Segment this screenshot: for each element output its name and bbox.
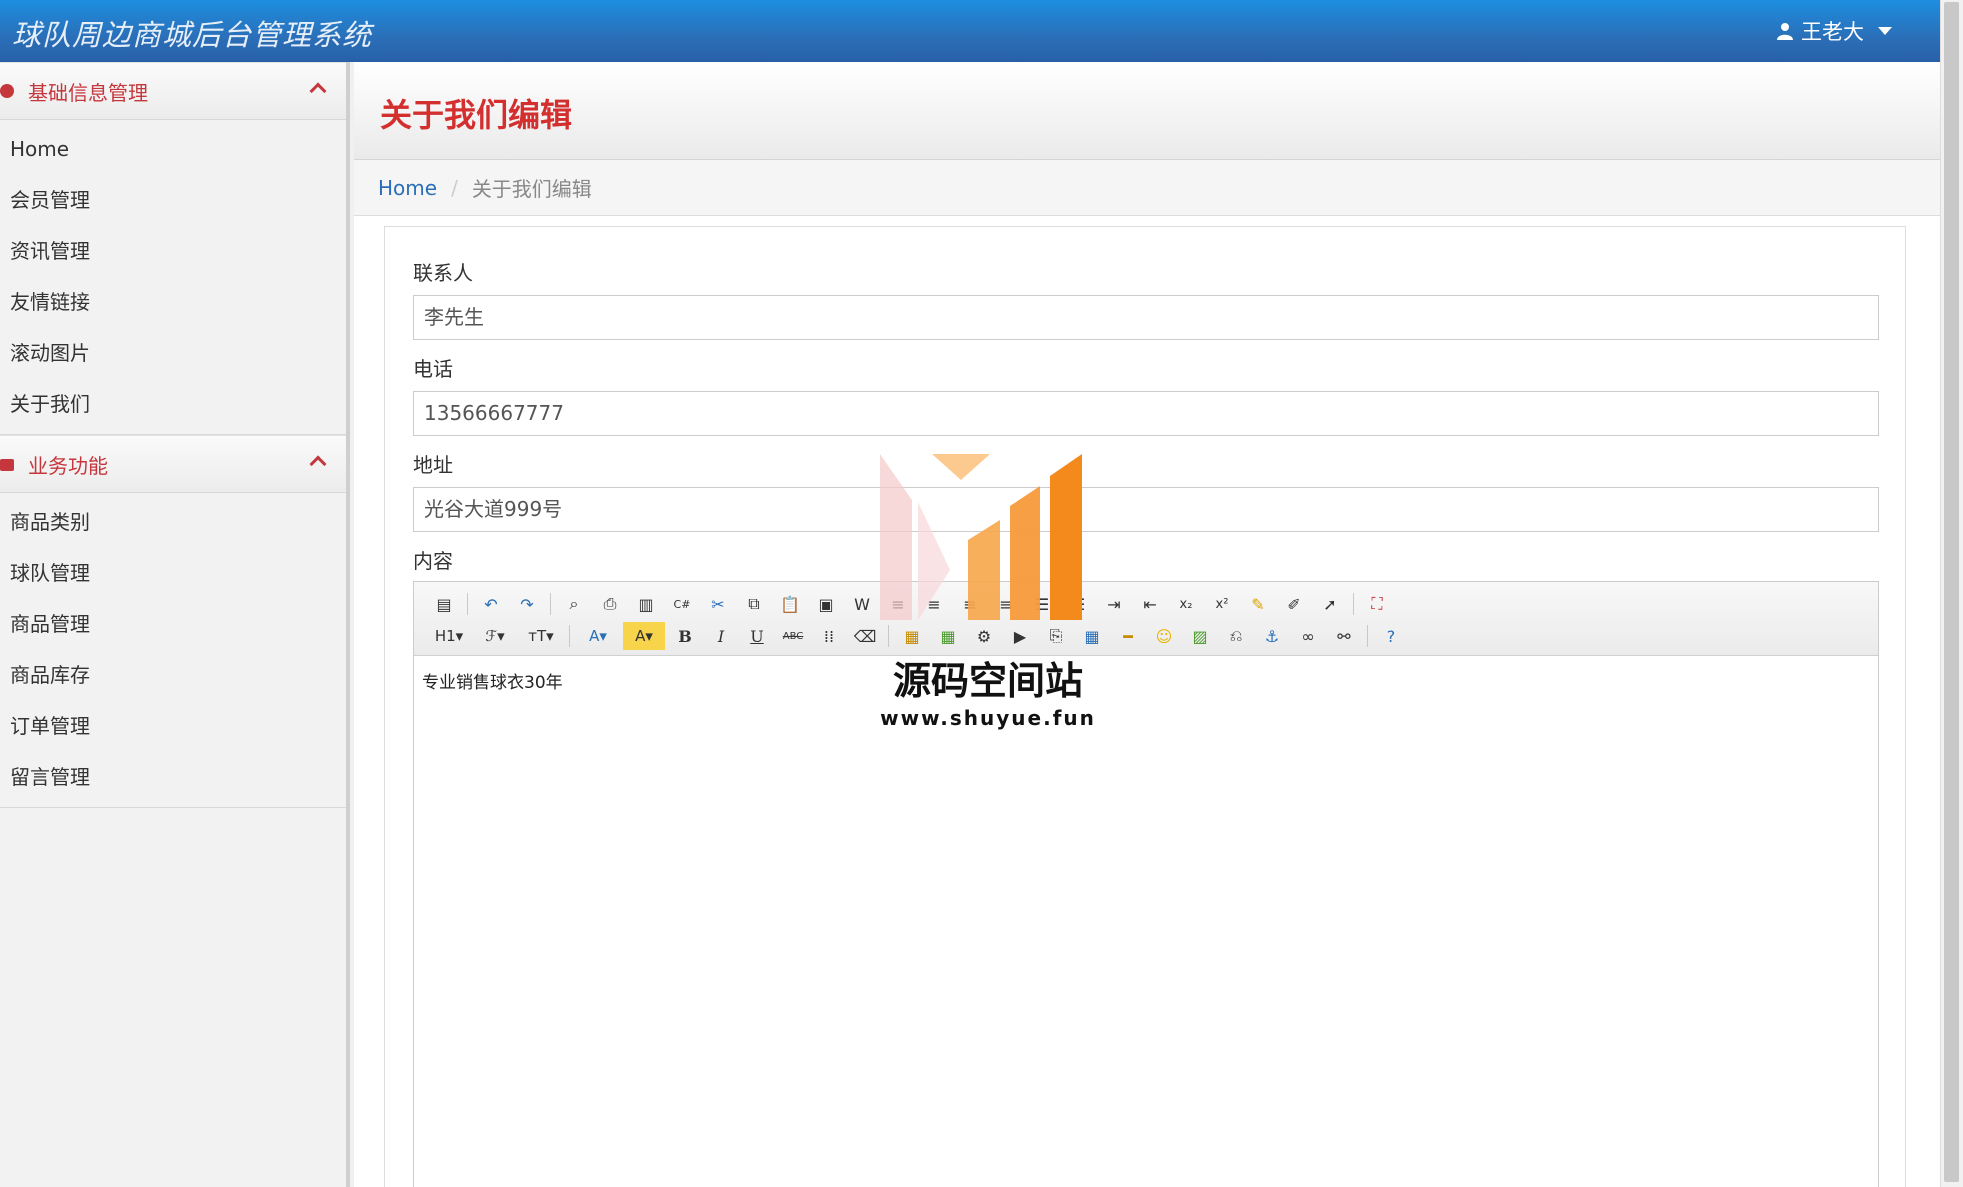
source-icon[interactable]: ▤ [428, 590, 460, 618]
phone-input[interactable]: 13566667777 [413, 391, 1879, 436]
font-family-icon[interactable]: ℱ▾ [474, 622, 516, 650]
fullscreen-icon[interactable]: ⛶ [1361, 590, 1393, 618]
contact-input[interactable]: 李先生 [413, 295, 1879, 340]
subscript-icon[interactable]: x₂ [1170, 590, 1202, 618]
user-menu[interactable]: 王老大 [1777, 16, 1892, 46]
font-color-icon[interactable]: A▾ [577, 622, 619, 650]
watermark: 源码空间站 www.shuyue.fun [870, 450, 1100, 740]
indent-icon[interactable]: ⇥ [1098, 590, 1130, 618]
toolbar-separator [1353, 593, 1354, 615]
sidebar-item-categories[interactable]: 商品类别 [0, 497, 346, 548]
toolbar-separator [569, 625, 570, 647]
italic-icon[interactable]: I [705, 622, 737, 650]
undo-icon[interactable]: ↶ [475, 590, 507, 618]
select-icon[interactable]: ➚ [1314, 590, 1346, 618]
edit-form-panel: 联系人 李先生 电话 13566667777 地址 光谷大道999号 内容 ▤ … [384, 226, 1906, 1187]
bold-icon[interactable]: B [669, 622, 701, 650]
user-name: 王老大 [1801, 20, 1864, 44]
sidebar-group-title: 基础信息管理 [28, 80, 148, 105]
dashboard-icon [0, 84, 14, 98]
map-icon[interactable]: ▨ [1184, 622, 1216, 650]
toolbar-separator [550, 593, 551, 615]
superscript-icon[interactable]: x² [1206, 590, 1238, 618]
anchor-icon[interactable]: ⚓ [1256, 622, 1288, 650]
page-break-icon[interactable]: ⎌ [1220, 622, 1252, 650]
watermark-url: www.shuyue.fun [880, 706, 1096, 730]
heading-icon[interactable]: H1▾ [428, 622, 470, 650]
toolbar-separator [1367, 625, 1368, 647]
sidebar-item-members[interactable]: 会员管理 [0, 175, 346, 226]
sidebar-menu-business: 商品类别 球队管理 商品管理 商品库存 订单管理 留言管理 [0, 493, 346, 808]
sidebar-group-business[interactable]: 业务功能 [0, 435, 346, 493]
border-icon[interactable]: ⁞⁞ [813, 622, 845, 650]
sidebar-item-home[interactable]: Home [0, 124, 346, 175]
page-scrollbar[interactable] [1940, 0, 1963, 1187]
strikethrough-icon[interactable]: ABC [777, 622, 809, 650]
user-icon [1777, 23, 1793, 40]
highlight-icon[interactable]: A▾ [623, 622, 665, 650]
sidebar-item-news[interactable]: 资讯管理 [0, 226, 346, 277]
briefcase-icon [0, 459, 14, 471]
sidebar-item-links[interactable]: 友情链接 [0, 277, 346, 328]
top-navbar: 球队周边商城后台管理系统 王老大 [0, 0, 1940, 62]
sidebar-item-inventory[interactable]: 商品库存 [0, 650, 346, 701]
horizontal-rule-icon[interactable]: ━ [1112, 622, 1144, 650]
select-all-icon[interactable]: ✐ [1278, 590, 1310, 618]
unlink-icon[interactable]: ⚯ [1328, 622, 1360, 650]
address-label: 地址 [413, 453, 453, 477]
toolbar-row-1: ▤ ↶ ↷ ⌕ ⎙ ▥ C# ✂ ⧉ 📋 ▣ W ≡ ≡ ≡ [422, 588, 1870, 620]
contact-label: 联系人 [413, 261, 473, 285]
sidebar-menu-basic: Home 会员管理 资讯管理 友情链接 滚动图片 关于我们 [0, 120, 346, 435]
scrollbar-thumb[interactable] [1944, 2, 1959, 1182]
sidebar-item-banners[interactable]: 滚动图片 [0, 328, 346, 379]
rich-text-editor: ▤ ↶ ↷ ⌕ ⎙ ▥ C# ✂ ⧉ 📋 ▣ W ≡ ≡ ≡ [413, 581, 1879, 1187]
font-size-icon[interactable]: тT▾ [520, 622, 562, 650]
editor-content-area[interactable]: 专业销售球衣30年 [414, 656, 1878, 705]
address-input[interactable]: 光谷大道999号 [413, 487, 1879, 532]
print-icon[interactable]: ⎙ [594, 590, 626, 618]
breadcrumb-separator: / [451, 175, 458, 200]
emoticon-icon[interactable]: ☺ [1148, 622, 1180, 650]
template-icon[interactable]: ▥ [630, 590, 662, 618]
help-icon[interactable]: ? [1375, 622, 1407, 650]
watermark-logo-icon [880, 454, 1082, 620]
toolbar-separator [467, 593, 468, 615]
sidebar-item-orders[interactable]: 订单管理 [0, 701, 346, 752]
page-title: 关于我们编辑 [380, 96, 573, 134]
phone-label: 电话 [413, 357, 453, 381]
preview-icon[interactable]: ⌕ [558, 590, 590, 618]
watermark-text: 源码空间站 [892, 659, 1083, 703]
paste-text-icon[interactable]: ▣ [810, 590, 842, 618]
sidebar-item-products[interactable]: 商品管理 [0, 599, 346, 650]
sidebar-group-title: 业务功能 [28, 453, 108, 478]
outdent-icon[interactable]: ⇤ [1134, 590, 1166, 618]
app-title: 球队周边商城后台管理系统 [12, 18, 373, 52]
content-label: 内容 [413, 549, 453, 573]
breadcrumb-home-link[interactable]: Home [378, 176, 437, 200]
chevron-up-icon[interactable] [309, 82, 327, 100]
sidebar-item-about[interactable]: 关于我们 [0, 379, 346, 430]
code-icon[interactable]: C# [666, 590, 698, 618]
breadcrumb: Home / 关于我们编辑 [354, 160, 1940, 216]
cut-icon[interactable]: ✂ [702, 590, 734, 618]
sidebar-group-basic[interactable]: 基础信息管理 [0, 62, 346, 120]
link-icon[interactable]: ∞ [1292, 622, 1324, 650]
copy-icon[interactable]: ⧉ [738, 590, 770, 618]
redo-icon[interactable]: ↷ [511, 590, 543, 618]
main-content: 关于我们编辑 Home / 关于我们编辑 联系人 李先生 电话 13566667… [354, 62, 1940, 1187]
underline-icon[interactable]: U [741, 622, 773, 650]
toolbar-row-2: H1▾ ℱ▾ тT▾ A▾ A▾ B I U ABC ⁞⁞ ⌫ ▦ ▦ ⚙ ▶ … [422, 620, 1870, 652]
paste-icon[interactable]: 📋 [774, 590, 806, 618]
clear-format-icon[interactable]: ✎ [1242, 590, 1274, 618]
sidebar-item-teams[interactable]: 球队管理 [0, 548, 346, 599]
chevron-up-icon[interactable] [309, 455, 327, 473]
caret-down-icon [1878, 27, 1892, 35]
sidebar: 基础信息管理 Home 会员管理 资讯管理 友情链接 滚动图片 关于我们 业务功… [0, 62, 350, 1187]
page-header: 关于我们编辑 [354, 62, 1940, 160]
editor-toolbar: ▤ ↶ ↷ ⌕ ⎙ ▥ C# ✂ ⧉ 📋 ▣ W ≡ ≡ ≡ [414, 582, 1878, 656]
breadcrumb-current: 关于我们编辑 [471, 177, 592, 201]
sidebar-item-messages[interactable]: 留言管理 [0, 752, 346, 803]
